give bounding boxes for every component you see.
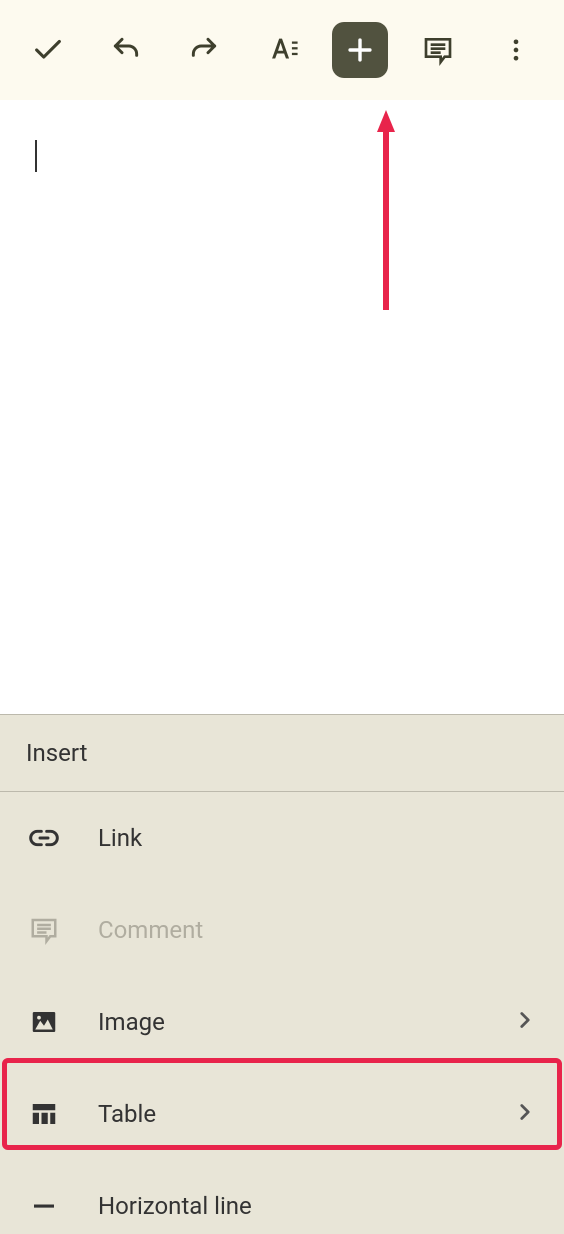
menu-item-label: Horizontal line	[98, 1192, 538, 1220]
redo-button[interactable]	[176, 22, 232, 78]
insert-hr-item[interactable]: Horizontal line	[0, 1160, 564, 1234]
insert-image-item[interactable]: Image	[0, 976, 564, 1068]
menu-item-label: Link	[98, 824, 538, 852]
more-vertical-icon	[502, 36, 530, 64]
insert-button[interactable]	[332, 22, 388, 78]
undo-icon	[110, 34, 142, 66]
menu-item-label: Comment	[98, 916, 538, 944]
chevron-right-icon	[512, 1099, 538, 1129]
insert-link-item[interactable]: Link	[0, 792, 564, 884]
insert-panel-title: Insert	[0, 715, 564, 792]
insert-comment-item: Comment	[0, 884, 564, 976]
redo-icon	[188, 34, 220, 66]
text-format-icon	[265, 33, 299, 67]
done-button[interactable]	[20, 22, 76, 78]
horizontal-line-icon	[26, 1188, 62, 1224]
table-icon	[26, 1096, 62, 1132]
menu-item-label: Table	[98, 1100, 512, 1128]
undo-button[interactable]	[98, 22, 154, 78]
plus-icon	[343, 33, 377, 67]
chevron-right-icon	[512, 1007, 538, 1037]
insert-table-item[interactable]: Table	[0, 1068, 564, 1160]
menu-item-label: Image	[98, 1008, 512, 1036]
more-button[interactable]	[488, 22, 544, 78]
comment-toolbar-button[interactable]	[410, 22, 466, 78]
text-format-button[interactable]	[254, 22, 310, 78]
link-icon	[26, 820, 62, 856]
insert-panel: Insert Link Comment Image Table	[0, 714, 564, 1234]
document-editor[interactable]	[0, 100, 564, 714]
check-icon	[31, 33, 65, 67]
text-cursor	[35, 140, 37, 172]
image-icon	[26, 1004, 62, 1040]
comment-icon	[422, 34, 454, 66]
comment-menu-icon	[26, 912, 62, 948]
toolbar	[0, 0, 564, 100]
